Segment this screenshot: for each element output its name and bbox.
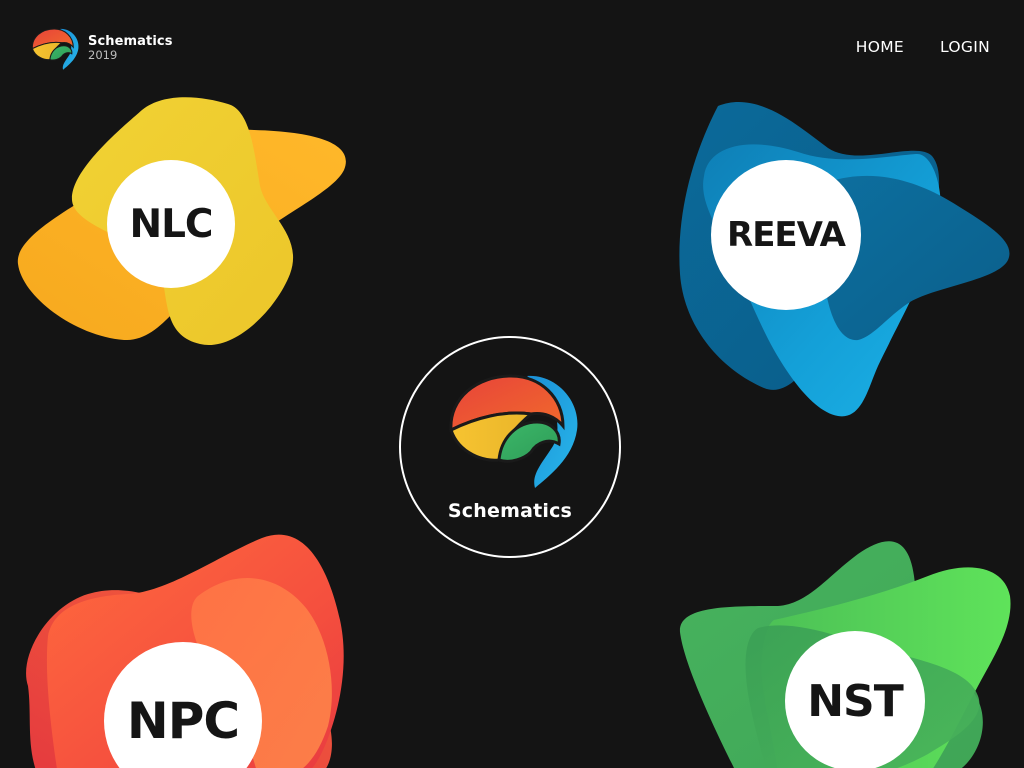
nav-home-link[interactable]: HOME: [856, 38, 904, 56]
brand-name: Schematics: [88, 33, 173, 49]
event-reeva[interactable]: REEVA: [678, 96, 1010, 418]
event-npc-label: NPC: [126, 692, 240, 750]
nav-login-link[interactable]: LOGIN: [940, 38, 990, 56]
event-nlc[interactable]: NLC: [14, 96, 346, 348]
page: Schematics 2019 HOME LOGIN NLC REEVA NPC…: [0, 0, 1024, 768]
event-npc[interactable]: NPC: [18, 534, 348, 768]
event-reeva-label: REEVA: [727, 215, 846, 255]
event-nlc-label: NLC: [129, 201, 213, 247]
brand-link[interactable]: Schematics 2019: [30, 26, 173, 72]
event-nst[interactable]: NST: [678, 536, 1012, 768]
brand-year: 2019: [88, 47, 118, 62]
center-emblem[interactable]: Schematics: [399, 336, 621, 558]
main-nav: HOME LOGIN: [856, 38, 990, 56]
event-nst-label: NST: [807, 675, 904, 727]
schematics-logo-icon: [449, 374, 578, 488]
center-label: Schematics: [447, 500, 573, 522]
event-nst-badge: NST: [785, 631, 925, 768]
event-reeva-badge: REEVA: [711, 160, 861, 310]
event-nlc-badge: NLC: [107, 160, 235, 288]
schematics-logo-icon: [31, 28, 79, 70]
